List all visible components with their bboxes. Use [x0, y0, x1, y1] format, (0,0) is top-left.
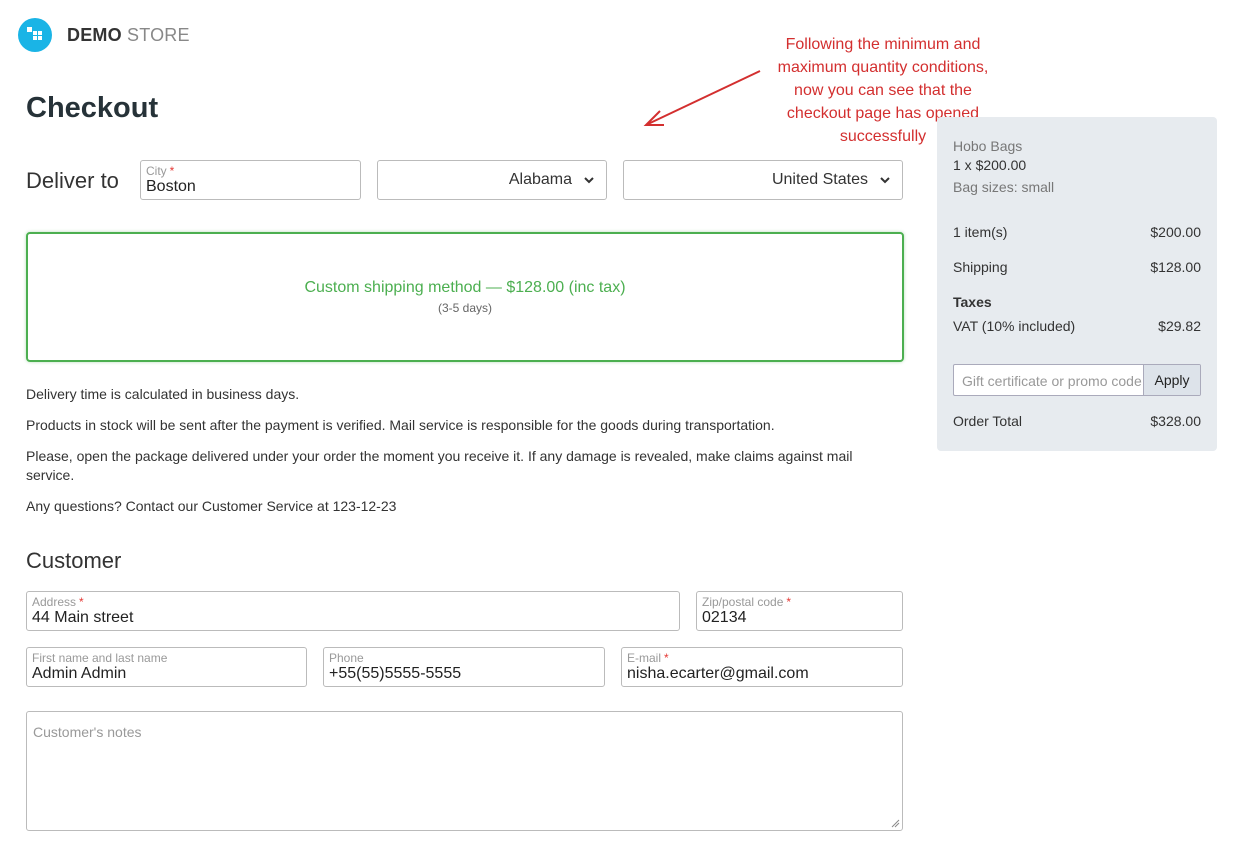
city-field[interactable]: City * Boston: [140, 160, 361, 200]
store-name: DEMO STORE: [67, 24, 190, 45]
items-label: 1 item(s): [953, 224, 1008, 240]
customer-notes-textarea[interactable]: Customer's notes: [26, 711, 903, 831]
product-option: Bag sizes: small: [953, 179, 1055, 195]
phone-label: Phone: [329, 651, 364, 665]
shipping-method-label: Custom shipping method — $128.00 (inc ta…: [304, 279, 626, 296]
email-field[interactable]: E-mail * nisha.ecarter@gmail.com: [621, 647, 903, 687]
items-amount: $200.00: [1150, 224, 1201, 240]
order-total-amount: $328.00: [1150, 413, 1201, 429]
email-value: nisha.ecarter@gmail.com: [627, 665, 809, 682]
phone-value: +55(55)5555-5555: [329, 665, 462, 682]
resize-grip-icon[interactable]: [890, 818, 900, 828]
shipping-amount: $128.00: [1150, 259, 1201, 275]
state-select[interactable]: Alabama: [377, 160, 607, 200]
notes-placeholder: Customer's notes: [33, 724, 142, 740]
city-value: Boston: [146, 178, 196, 195]
product-qty-price: 1 x $200.00: [953, 157, 1027, 173]
store-logo-icon: [18, 18, 52, 52]
city-label: City *: [146, 164, 175, 178]
zip-field[interactable]: Zip/postal code * 02134: [696, 591, 903, 631]
order-total-label: Order Total: [953, 413, 1022, 429]
vat-row: VAT (10% included) $29.82: [953, 318, 1201, 334]
zip-label: Zip/postal code *: [702, 595, 792, 609]
delivery-info-text: Delivery time is calculated in business …: [26, 386, 300, 402]
address-value: 44 Main street: [32, 609, 134, 626]
items-row: 1 item(s) $200.00: [953, 224, 1201, 240]
promo-code-group: Gift certificate or promo code Apply: [953, 364, 1201, 396]
page-title: Checkout: [26, 92, 159, 124]
zip-value: 02134: [702, 609, 747, 626]
apply-button[interactable]: Apply: [1143, 365, 1200, 395]
taxes-label: Taxes: [953, 294, 992, 310]
product-name: Hobo Bags: [953, 138, 1023, 154]
chevron-down-icon: [584, 177, 594, 184]
damage-info-text: Please, open the package delivered under…: [26, 448, 853, 483]
state-value: Alabama: [508, 171, 572, 188]
vat-amount: $29.82: [1158, 318, 1201, 334]
vat-label: VAT (10% included): [953, 318, 1076, 334]
country-select[interactable]: United States: [623, 160, 903, 200]
contact-info-text: Any questions? Contact our Customer Serv…: [26, 498, 397, 514]
shipping-label: Shipping: [953, 259, 1008, 275]
name-value: Admin Admin: [32, 665, 127, 682]
address-label: Address *: [32, 595, 84, 609]
shipping-method-option[interactable]: Custom shipping method — $128.00 (inc ta…: [26, 232, 904, 362]
order-summary: Hobo Bags 1 x $200.00 Bag sizes: small 1…: [937, 117, 1217, 451]
shipping-row: Shipping $128.00: [953, 259, 1201, 275]
payment-info-text: Products in stock will be sent after the…: [26, 417, 775, 433]
country-value: United States: [771, 171, 868, 188]
address-field[interactable]: Address * 44 Main street: [26, 591, 680, 631]
deliver-to-label: Deliver to: [26, 168, 119, 193]
store-logo[interactable]: DEMO STORE: [18, 18, 190, 52]
annotation-arrow: [643, 70, 761, 126]
order-total-row: Order Total $328.00: [953, 413, 1201, 429]
name-label: First name and last name: [32, 651, 168, 665]
shipping-days: (3-5 days): [437, 301, 493, 315]
promo-code-input[interactable]: Gift certificate or promo code: [962, 373, 1144, 389]
phone-field[interactable]: Phone +55(55)5555-5555: [323, 647, 605, 687]
name-field[interactable]: First name and last name Admin Admin: [26, 647, 307, 687]
chevron-down-icon: [880, 177, 890, 184]
email-label: E-mail *: [627, 651, 669, 665]
customer-heading: Customer: [26, 548, 122, 573]
